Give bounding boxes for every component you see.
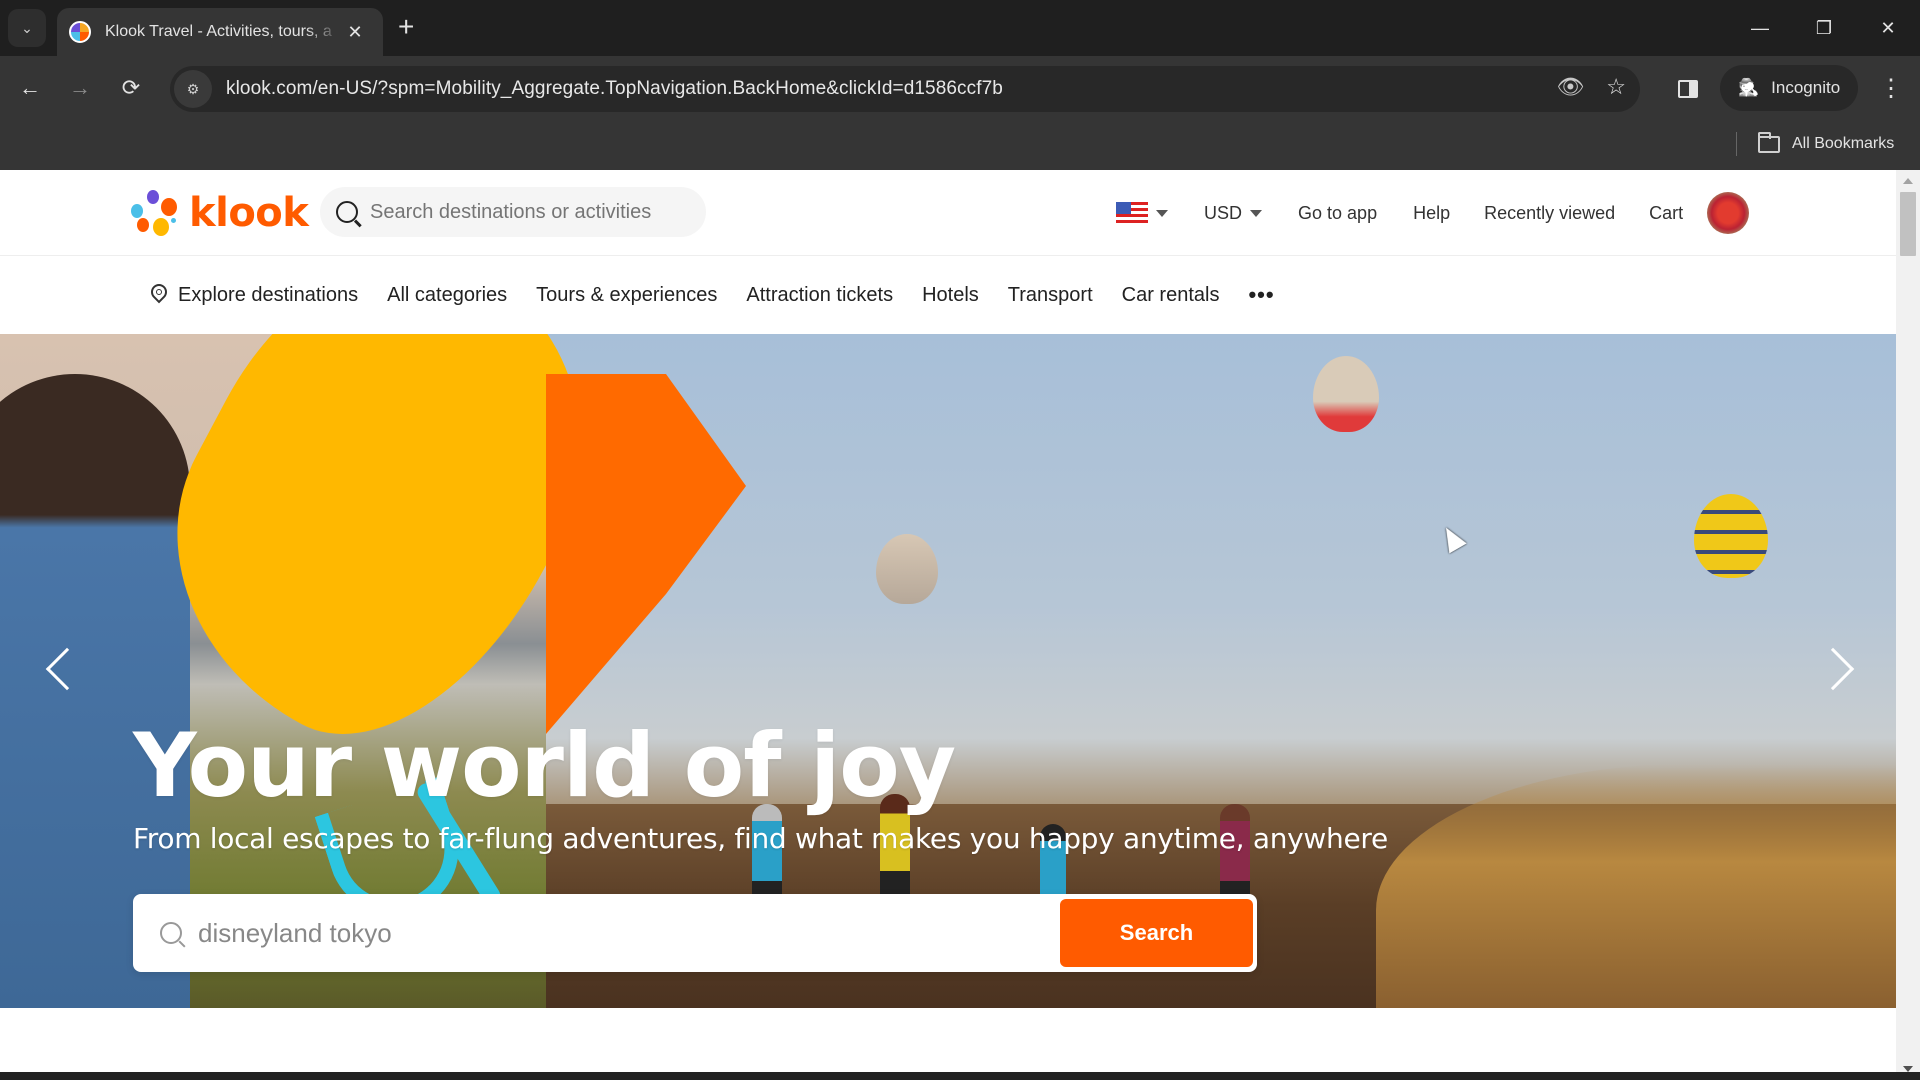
balloon-image bbox=[1694, 494, 1768, 578]
minimize-button[interactable]: — bbox=[1728, 0, 1792, 56]
category-nav: Explore destinations All categories Tour… bbox=[0, 256, 1896, 334]
folder-icon bbox=[1758, 131, 1780, 153]
site-info-icon[interactable]: ⚙ bbox=[174, 70, 212, 108]
klook-favicon-icon bbox=[69, 21, 91, 43]
balloon-image bbox=[1313, 356, 1379, 432]
incognito-label: Incognito bbox=[1771, 78, 1841, 97]
nav-car-rentals[interactable]: Car rentals bbox=[1122, 284, 1220, 307]
nav-label: Explore destinations bbox=[178, 283, 359, 306]
caret-down-icon bbox=[1250, 209, 1263, 217]
page-scrollbar[interactable] bbox=[1896, 170, 1920, 1080]
currency-selector[interactable]: USD bbox=[1204, 202, 1263, 224]
browser-tab-active[interactable]: Klook Travel - Activities, tours, a ✕ bbox=[57, 8, 383, 56]
balloon-image bbox=[876, 534, 938, 604]
side-panel-icon bbox=[1678, 80, 1698, 98]
carousel-next-icon[interactable] bbox=[1811, 647, 1855, 691]
klook-page: klook USD Go to app Help Recently viewed… bbox=[0, 170, 1896, 1080]
browser-menu-button[interactable]: ⋮ bbox=[1876, 70, 1906, 106]
bookmarks-separator bbox=[1736, 132, 1737, 156]
browser-toolbar: ← → ⟳ ⚙ klook.com/en-US/?spm=Mobility_Ag… bbox=[0, 56, 1920, 122]
all-bookmarks-button[interactable]: All Bookmarks bbox=[1758, 130, 1894, 158]
chevron-down-icon: ⌄ bbox=[21, 19, 33, 36]
user-avatar[interactable] bbox=[1707, 192, 1750, 234]
klook-logo[interactable]: klook bbox=[131, 190, 309, 236]
site-header: klook USD Go to app Help Recently viewed… bbox=[0, 170, 1896, 256]
mouse-cursor-icon bbox=[1437, 522, 1467, 554]
all-bookmarks-label: All Bookmarks bbox=[1792, 135, 1895, 152]
restore-button[interactable]: ❐ bbox=[1792, 0, 1856, 56]
search-icon bbox=[336, 201, 358, 223]
hero-search-bar: Search bbox=[133, 894, 1257, 972]
side-panel-button[interactable] bbox=[1670, 71, 1706, 107]
nav-all-categories[interactable]: All categories bbox=[387, 284, 507, 307]
nav-tours-experiences[interactable]: Tours & experiences bbox=[536, 284, 717, 307]
klook-wordmark: klook bbox=[189, 190, 309, 236]
back-button[interactable]: ← bbox=[12, 70, 48, 106]
location-pin-icon bbox=[150, 284, 168, 306]
taskbar-edge bbox=[0, 1072, 1920, 1080]
bookmarks-bar: All Bookmarks bbox=[0, 122, 1920, 170]
nav-explore-destinations[interactable]: Explore destinations bbox=[150, 284, 358, 307]
nav-attraction-tickets[interactable]: Attraction tickets bbox=[746, 284, 893, 307]
header-actions: USD Go to app Help Recently viewed Cart bbox=[1116, 192, 1750, 234]
language-selector[interactable] bbox=[1116, 202, 1168, 224]
currency-label: USD bbox=[1204, 202, 1243, 223]
hero-search-button[interactable]: Search bbox=[1060, 899, 1253, 967]
tab-title: Klook Travel - Activities, tours, a bbox=[105, 23, 332, 40]
search-icon bbox=[160, 922, 182, 944]
address-bar[interactable]: ⚙ klook.com/en-US/?spm=Mobility_Aggregat… bbox=[170, 66, 1640, 112]
scrollbar-thumb[interactable] bbox=[1900, 192, 1916, 256]
bookmark-star-icon[interactable]: ☆ bbox=[1606, 74, 1626, 100]
go-to-app-link[interactable]: Go to app bbox=[1298, 203, 1377, 224]
nav-hotels[interactable]: Hotels bbox=[922, 284, 979, 307]
caret-down-icon bbox=[1156, 209, 1168, 217]
incognito-icon: 🕵 bbox=[1738, 78, 1760, 97]
header-search-input[interactable] bbox=[370, 200, 690, 224]
hero-banner: Your world of joy From local escapes to … bbox=[0, 334, 1896, 1008]
url-text[interactable]: klook.com/en-US/?spm=Mobility_Aggregate.… bbox=[226, 78, 1003, 100]
us-flag-icon bbox=[1116, 202, 1148, 224]
more-menu-icon[interactable]: ••• bbox=[1248, 282, 1274, 308]
hero-grass bbox=[1376, 764, 1896, 1008]
close-tab-icon[interactable]: ✕ bbox=[343, 22, 367, 43]
tab-search-button[interactable]: ⌄ bbox=[8, 9, 46, 47]
hero-search-input[interactable] bbox=[198, 917, 1060, 949]
incognito-indicator[interactable]: 🕵 Incognito bbox=[1720, 65, 1858, 111]
recently-viewed-link[interactable]: Recently viewed bbox=[1484, 203, 1615, 224]
reload-button[interactable]: ⟳ bbox=[113, 70, 149, 106]
nav-transport[interactable]: Transport bbox=[1008, 284, 1093, 307]
header-search[interactable] bbox=[320, 187, 706, 237]
cart-link[interactable]: Cart bbox=[1649, 203, 1683, 224]
window-controls: — ❐ ✕ bbox=[1728, 0, 1920, 56]
browser-tabstrip: ⌄ Klook Travel - Activities, tours, a ✕ … bbox=[0, 0, 1920, 56]
close-window-button[interactable]: ✕ bbox=[1856, 0, 1920, 56]
new-tab-button[interactable]: + bbox=[398, 12, 414, 42]
help-link[interactable]: Help bbox=[1413, 203, 1450, 224]
klook-logo-icon bbox=[131, 190, 181, 236]
scroll-up-icon[interactable] bbox=[1903, 178, 1913, 184]
orange-shape bbox=[546, 374, 746, 734]
forward-button[interactable]: → bbox=[62, 70, 98, 106]
hero-title: Your world of joy bbox=[133, 714, 956, 817]
eye-slash-icon[interactable]: 👁 bbox=[1556, 74, 1584, 100]
hero-subtitle: From local escapes to far-flung adventur… bbox=[133, 822, 1388, 855]
